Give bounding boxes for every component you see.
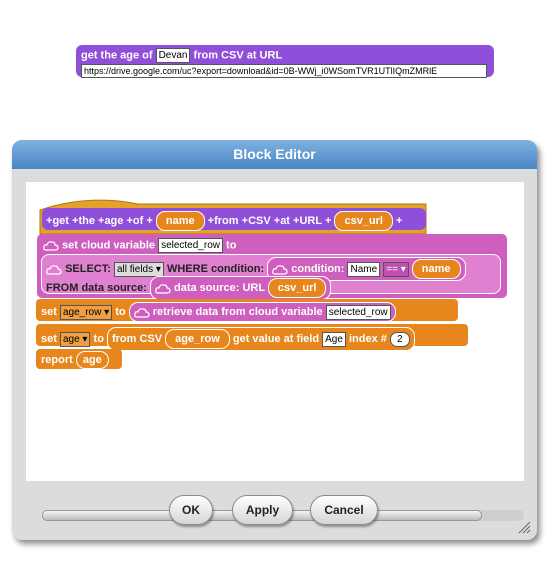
dialog-title[interactable]: Block Editor [12, 140, 537, 169]
cloud-var-input[interactable]: selected_row [158, 238, 223, 253]
report-block[interactable]: report age [36, 349, 122, 369]
cloud-icon [155, 283, 171, 294]
from-source-label: FROM data source: [46, 281, 147, 294]
plus-icon[interactable]: + [146, 215, 152, 227]
condition-value-var[interactable]: name [411, 259, 461, 279]
plus-icon[interactable]: + [325, 215, 331, 227]
retrieve-input[interactable]: selected_row [325, 304, 391, 320]
get-age-block[interactable]: get the age of Devan from CSV at URL htt… [76, 45, 494, 78]
word: age [104, 214, 124, 227]
fields-dropdown[interactable]: all fields ▾ [113, 261, 164, 277]
word: from [214, 214, 239, 227]
index-input[interactable]: 2 [389, 331, 410, 347]
retrieve-reporter[interactable]: retrieve data from cloud variable select… [128, 302, 396, 322]
word: CSV [248, 214, 271, 227]
report-var[interactable]: age [75, 351, 109, 369]
param-name[interactable]: name [155, 211, 205, 231]
fields-dropdown-value: all fields [116, 263, 154, 275]
where-label: WHERE condition: [166, 262, 265, 275]
cancel-button[interactable]: Cancel [310, 495, 378, 525]
script-canvas[interactable]: +get +the +age +of + name +from +CSV +at… [26, 182, 524, 521]
source-var[interactable]: csv_url [267, 278, 327, 298]
ok-button[interactable]: OK [169, 495, 213, 525]
get-value-label: get value at field [232, 332, 320, 345]
url-input[interactable]: https://drive.google.com/uc?export=downl… [81, 64, 487, 78]
apply-button[interactable]: Apply [232, 495, 293, 525]
var-dropdown[interactable]: age_row ▾ [59, 304, 113, 320]
field-input[interactable]: Age [322, 331, 346, 347]
cloud-icon [43, 241, 59, 251]
condition-label: condition: [291, 262, 345, 275]
to-label: to [226, 239, 237, 252]
csv-value-reporter[interactable]: from CSV age_row get value at field Age … [106, 327, 415, 351]
report-label: report [41, 353, 73, 366]
resize-grip-icon[interactable] [517, 520, 531, 534]
name-input[interactable]: Devan [155, 48, 191, 63]
select-reporter[interactable]: SELECT: all fields ▾ WHERE condition: co… [41, 254, 501, 300]
word: of [132, 214, 144, 227]
set-age-block[interactable]: set age ▾ to from CSV age_row get value … [36, 324, 468, 351]
prototype-block[interactable]: +get +the +age +of + name +from +CSV +at… [42, 208, 426, 231]
cloud-icon [272, 264, 288, 275]
condition-field-input[interactable]: Name [347, 261, 381, 277]
index-label: index # [349, 332, 387, 345]
data-source-label: data source: URL [173, 281, 265, 294]
from-csv-label: from CSV [111, 332, 163, 345]
data-source-reporter[interactable]: data source: URL csv_url [149, 276, 332, 300]
to-label: to [93, 332, 104, 345]
top-block-prefix: get the age of [81, 49, 153, 62]
top-block-suffix: from CSV at URL [193, 49, 283, 62]
word: the [78, 214, 95, 227]
param-csv-url[interactable]: csv_url [334, 211, 393, 231]
csv-var[interactable]: age_row [165, 329, 230, 349]
word: URL [299, 214, 322, 227]
set-label: set [41, 332, 57, 345]
plus-icon[interactable]: + [396, 215, 402, 227]
var-dropdown[interactable]: age ▾ [59, 331, 91, 347]
cloud-icon [133, 307, 150, 318]
var-dropdown-value: age [62, 333, 80, 345]
set-cloud-variable-block[interactable]: set cloud variable selected_row to SELEC… [37, 234, 507, 300]
word: get [52, 214, 69, 227]
operator-dropdown[interactable]: == ▾ [383, 261, 409, 277]
set-label: set [41, 305, 57, 318]
var-dropdown-value: age_row [62, 306, 102, 318]
to-label: to [115, 305, 126, 318]
word: at [280, 214, 290, 227]
retrieve-label: retrieve data from cloud variable [152, 306, 323, 318]
set-age-row-block[interactable]: set age_row ▾ to retrieve data from clou… [36, 299, 458, 322]
operator-value: == [386, 263, 398, 275]
cloud-icon [46, 264, 62, 275]
select-label: SELECT: [65, 262, 111, 275]
set-cloud-label: set cloud variable [62, 239, 155, 252]
block-editor-dialog: Block Editor +get +the +age +of + name +… [12, 140, 537, 540]
